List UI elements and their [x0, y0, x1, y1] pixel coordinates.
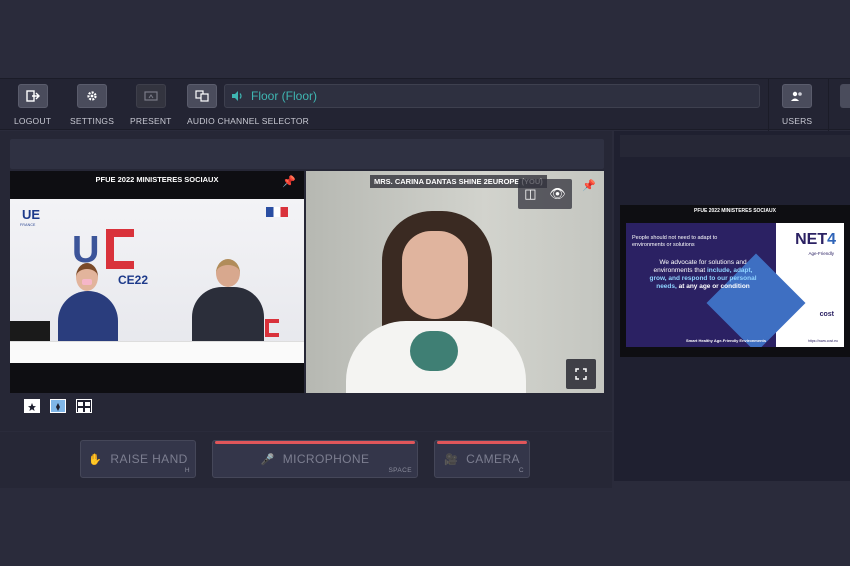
net4-logo-sub: Age-Friendly — [808, 251, 834, 256]
pin-icon[interactable]: 📌 — [582, 179, 596, 192]
microphone-shortcut: SPACE — [388, 467, 412, 474]
speaker-man-head — [216, 259, 240, 287]
layout-grid-button[interactable] — [76, 399, 92, 413]
gear-icon — [87, 91, 97, 101]
slide-main-text: We advocate for solutions and environmen… — [648, 259, 758, 292]
tile-overlay-controls: ◫ 👁 — [518, 179, 572, 209]
audio-channel-select[interactable]: Floor (Floor) — [224, 84, 760, 108]
call-controls: ✋ RAISE HAND H 🎤 MICROPHONE SPACE 🎥 CAME… — [0, 432, 612, 488]
logout-label: LOGOUT — [14, 116, 52, 126]
microphone-icon: 🎤 — [260, 453, 275, 466]
camera-label: CAMERA — [466, 452, 520, 466]
face-mask — [82, 279, 92, 285]
presentation-tile[interactable]: PFUE 2022 MINISTERES SOCIAUX People shou… — [620, 205, 850, 357]
present-screen-icon — [144, 90, 158, 101]
video-tile-room[interactable]: PFUE 2022 MINISTERES SOCIAUX 📌 UE FRANCE… — [10, 171, 304, 393]
translate-icon — [195, 90, 209, 102]
present-button[interactable] — [135, 84, 166, 108]
side-panel: PFUE 2022 MINISTERES SOCIAUX People shou… — [614, 131, 850, 481]
net4-logo-four: 4 — [827, 231, 836, 248]
hand-icon: ✋ — [88, 453, 103, 466]
backdrop-year: CE22 — [118, 273, 149, 287]
net4-logo: NET4 — [795, 231, 836, 249]
logout-tool[interactable]: LOGOUT — [14, 84, 51, 126]
grid-icon — [78, 402, 90, 412]
desk — [10, 341, 304, 363]
slide-url: https://www.cost.eu — [807, 339, 838, 343]
video-stage: PFUE 2022 MINISTERES SOCIAUX 📌 UE FRANCE… — [0, 131, 612, 431]
layout-bar — [10, 393, 604, 423]
slide-footer: Smart Healthy Age-Friendly Environments — [686, 338, 767, 343]
present-label: PRESENT — [130, 116, 172, 126]
logout-icon — [25, 90, 40, 102]
camera-off-indicator — [437, 441, 527, 444]
face — [402, 231, 468, 319]
presentation-slide: People should not need to adapt to envir… — [626, 223, 844, 347]
audio-channel-label: AUDIO CHANNEL SELECTOR — [187, 116, 310, 126]
slide-intro-text: People should not need to adapt to envir… — [632, 235, 718, 248]
speaker-man — [192, 287, 264, 349]
present-tool[interactable]: PRESENT — [130, 84, 172, 126]
mic-muted-indicator — [215, 441, 415, 444]
net4-logo-text: NET — [795, 231, 828, 248]
star-icon — [28, 403, 36, 411]
presentation-title: PFUE 2022 MINISTERES SOCIAUX — [694, 208, 776, 214]
users-button[interactable] — [782, 84, 813, 108]
microphone-label: MICROPHONE — [282, 452, 370, 466]
camera-icon: 🎥 — [444, 453, 459, 466]
raise-hand-button[interactable]: ✋ RAISE HAND H — [80, 440, 196, 478]
audio-channel-value: Floor (Floor) — [251, 89, 318, 103]
translate-button[interactable] — [187, 84, 217, 108]
scarf — [410, 331, 458, 371]
ue-logo-sub: FRANCE — [20, 223, 36, 227]
app-window: LOGOUT SETTINGS PRESENT AUDIO CHANNEL SE… — [0, 0, 850, 566]
raise-hand-shortcut: H — [184, 467, 190, 474]
toolbar: LOGOUT SETTINGS PRESENT AUDIO CHANNEL SE… — [0, 78, 850, 131]
room-video: UE FRANCE U CE22 — [10, 199, 304, 363]
speaker-icon — [232, 91, 242, 101]
settings-label: SETTINGS — [70, 116, 115, 126]
users-label: USERS — [782, 116, 813, 126]
layout-featured-button[interactable] — [24, 399, 40, 413]
users-tool[interactable]: USERS — [782, 84, 813, 126]
pin-icon[interactable]: 📌 — [282, 175, 296, 188]
eye-icon[interactable]: 👁 — [549, 186, 566, 202]
camera-shortcut: C — [518, 467, 524, 474]
ue-backdrop-e — [106, 229, 134, 269]
split-view-icon[interactable]: ◫ — [524, 186, 536, 202]
overflow-button[interactable] — [840, 84, 850, 108]
french-flag — [266, 207, 288, 217]
slide-main-end: at any age or condition — [676, 283, 750, 291]
ue-logo: UE — [22, 207, 41, 222]
stage-header — [10, 139, 604, 169]
users-icon — [791, 91, 802, 101]
microphone-button[interactable]: 🎤 MICROPHONE SPACE — [212, 440, 418, 478]
fullscreen-button[interactable] — [566, 359, 596, 389]
speaker-woman-head — [76, 263, 98, 291]
logout-button[interactable] — [17, 84, 48, 108]
raise-hand-label: RAISE HAND — [110, 452, 188, 466]
settings-tool[interactable]: SETTINGS — [70, 84, 114, 126]
speaker-view-icon — [56, 403, 60, 411]
camera-button[interactable]: 🎥 CAMERA C — [434, 440, 530, 478]
toolbar-divider — [828, 79, 829, 131]
cost-logo: cost — [819, 311, 834, 318]
settings-button[interactable] — [77, 84, 108, 108]
tile-title: PFUE 2022 MINISTERES SOCIAUX — [95, 175, 219, 184]
toolbar-divider — [768, 79, 769, 131]
video-tile-self[interactable]: MRS. CARINA DANTAS SHINE 2EUROPE (YOU) ◫… — [306, 171, 604, 393]
layout-speaker-button[interactable] — [50, 399, 66, 413]
fullscreen-icon — [575, 368, 587, 380]
backdrop-e-small — [265, 319, 279, 337]
side-panel-header — [620, 135, 850, 157]
